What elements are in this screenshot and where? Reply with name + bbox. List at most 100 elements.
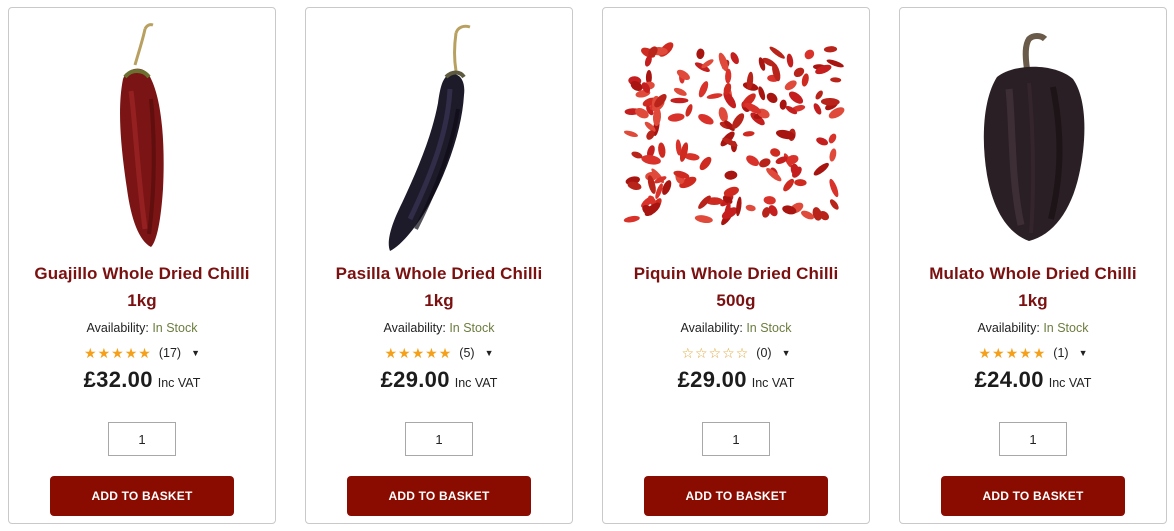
piquin-chilli-piece <box>718 107 728 123</box>
piquin-chilli-piece <box>724 170 738 180</box>
stock-status: In Stock <box>746 321 792 335</box>
piquin-chilli-piece <box>829 178 839 198</box>
star-filled-icon: ★ <box>1019 345 1032 361</box>
product-title[interactable]: Pasilla Whole Dried Chilli 1kg <box>321 260 557 314</box>
quantity-input[interactable] <box>999 422 1067 456</box>
piquin-chilli-piece <box>698 114 714 125</box>
add-to-basket-button[interactable]: ADD TO BASKET <box>941 476 1125 516</box>
piquin-chilli-piece <box>763 196 776 205</box>
product-title[interactable]: Mulato Whole Dried Chilli 1kg <box>915 260 1151 314</box>
piquin-chilli-piece <box>769 46 785 59</box>
star-filled-icon: ★ <box>124 345 138 361</box>
review-count: (0) <box>756 346 772 360</box>
piquin-chilli-piece <box>706 93 723 99</box>
quantity-input[interactable] <box>405 422 473 456</box>
review-count: (5) <box>459 346 475 360</box>
add-to-basket-button[interactable]: ADD TO BASKET <box>644 476 828 516</box>
piquin-chilli-piece <box>815 90 823 100</box>
product-card: Piquin Whole Dried Chilli 500g Availabil… <box>602 7 870 524</box>
piquin-chilli-piece <box>667 113 685 122</box>
piquin-chilli-piece <box>828 133 837 144</box>
quantity-input[interactable] <box>702 422 770 456</box>
product-image-guajillo[interactable] <box>9 16 275 256</box>
star-filled-icon: ★ <box>97 345 111 361</box>
star-rating: ★ ★ ★ ★ ★ <box>978 346 1045 360</box>
star-empty-icon: ☆ <box>735 345 749 361</box>
stock-status: In Stock <box>1043 321 1089 335</box>
rating[interactable]: ★ ★ ★ ★ ★ (5) ▼ <box>384 345 493 361</box>
piquin-chilli-piece <box>699 156 712 171</box>
piquin-chilli-piece <box>670 97 689 104</box>
piquin-chilli-piece <box>829 199 839 210</box>
star-filled-icon: ★ <box>398 345 411 361</box>
product-card: Pasilla Whole Dried Chilli 1kg Availabil… <box>305 7 573 524</box>
star-filled-icon: ★ <box>84 345 97 361</box>
product-image-mulato[interactable] <box>900 16 1166 256</box>
price-row: £29.00 Inc VAT <box>381 367 498 393</box>
add-to-basket-button[interactable]: ADD TO BASKET <box>347 476 531 516</box>
vat-label: Inc VAT <box>1048 376 1092 390</box>
star-filled-icon: ★ <box>384 345 398 361</box>
stock-status: In Stock <box>449 321 495 335</box>
star-filled-icon: ★ <box>1032 345 1046 361</box>
star-empty-icon: ☆ <box>681 345 695 361</box>
star-rating: ☆ ☆ ☆ ☆ ☆ <box>681 346 748 360</box>
caret-down-icon[interactable]: ▼ <box>485 348 494 358</box>
product-card: Guajillo Whole Dried Chilli 1kg Availabi… <box>8 7 276 524</box>
quantity-input[interactable] <box>108 422 176 456</box>
vat-label: Inc VAT <box>751 376 795 390</box>
star-rating: ★ ★ ★ ★ ★ <box>84 346 151 360</box>
review-count: (1) <box>1053 346 1069 360</box>
piquin-chilli-piece <box>816 137 828 146</box>
piquin-chilli-piece <box>641 155 661 165</box>
price: £29.00 <box>380 367 450 392</box>
piquin-chilli-piece <box>745 204 756 212</box>
price: £24.00 <box>974 367 1044 392</box>
piquin-chilli-piece <box>804 49 815 60</box>
vat-label: Inc VAT <box>157 376 201 390</box>
add-to-basket-button[interactable]: ADD TO BASKET <box>50 476 234 516</box>
price-row: £32.00 Inc VAT <box>84 367 201 393</box>
product-image-pasilla[interactable] <box>306 16 572 256</box>
rating[interactable]: ★ ★ ★ ★ ★ (1) ▼ <box>978 345 1087 361</box>
piquin-chilli-piece <box>770 148 781 157</box>
stock-status: In Stock <box>152 321 198 335</box>
price: £29.00 <box>677 367 747 392</box>
piquin-chilli-piece <box>694 215 713 224</box>
product-title[interactable]: Piquin Whole Dried Chilli 500g <box>618 260 854 314</box>
caret-down-icon[interactable]: ▼ <box>1079 348 1088 358</box>
piquin-chilli-piece <box>788 91 804 104</box>
piquin-chilli-piece <box>673 87 687 96</box>
rating[interactable]: ★ ★ ★ ★ ★ (17) ▼ <box>84 345 200 361</box>
piquin-chilli-piece <box>813 162 829 176</box>
availability-label: Availability: <box>977 321 1040 335</box>
availability-label: Availability: <box>86 321 149 335</box>
piquin-chilli-piece <box>758 86 766 101</box>
availability: Availability: In Stock <box>87 320 198 336</box>
availability: Availability: In Stock <box>681 320 792 336</box>
piquin-chilli-piece <box>784 80 797 91</box>
piquin-chilli-piece <box>658 142 666 158</box>
piquin-chilli-piece <box>623 215 640 223</box>
price: £32.00 <box>83 367 153 392</box>
piquin-chilli-piece <box>742 131 755 137</box>
piquin-chilli-piece <box>783 178 795 192</box>
caret-down-icon[interactable]: ▼ <box>782 348 791 358</box>
piquin-chilli-piece <box>829 148 837 162</box>
piquin-chilli-piece <box>759 158 771 168</box>
product-title[interactable]: Guajillo Whole Dried Chilli 1kg <box>24 260 260 314</box>
review-count: (17) <box>158 346 182 360</box>
caret-down-icon[interactable]: ▼ <box>191 348 200 358</box>
rating[interactable]: ☆ ☆ ☆ ☆ ☆ (0) ▼ <box>681 345 790 361</box>
star-filled-icon: ★ <box>978 345 992 361</box>
star-filled-icon: ★ <box>138 345 151 361</box>
availability: Availability: In Stock <box>978 320 1089 336</box>
piquin-chilli-piece <box>766 92 778 104</box>
piquin-chilli-piece <box>736 196 742 217</box>
star-empty-icon: ☆ <box>708 345 722 361</box>
product-card: Mulato Whole Dried Chilli 1kg Availabili… <box>899 7 1167 524</box>
star-empty-icon: ☆ <box>722 345 735 361</box>
product-image-piquin[interactable] <box>603 16 869 256</box>
availability: Availability: In Stock <box>384 320 495 336</box>
price-row: £29.00 Inc VAT <box>678 367 795 393</box>
